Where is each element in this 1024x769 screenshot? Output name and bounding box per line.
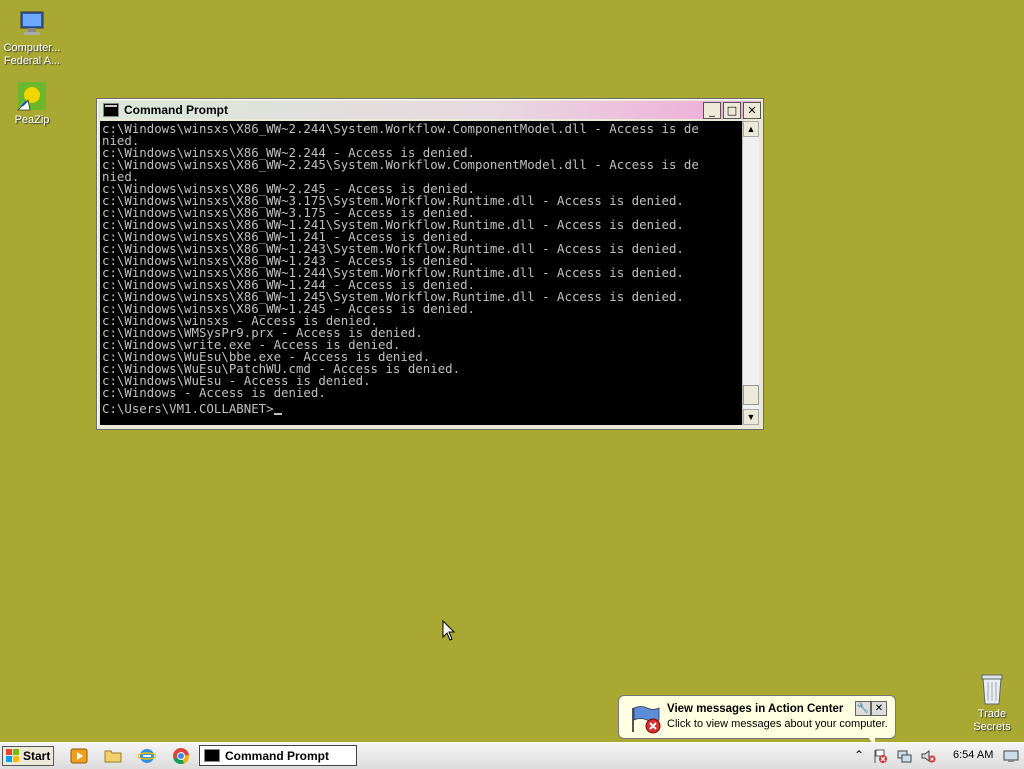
balloon-message[interactable]: Click to view messages about your comput… [667, 718, 888, 730]
desktop-icon-label: PeaZip [14, 114, 50, 126]
scroll-up-arrow-icon[interactable]: ▲ [743, 121, 759, 137]
window-controls: _ □ ✕ [703, 102, 761, 119]
maximize-button[interactable]: □ [723, 102, 741, 119]
scroll-down-arrow-icon[interactable]: ▼ [743, 409, 759, 425]
chrome-icon[interactable] [172, 747, 190, 765]
console-lines: c:\Windows\winsxs\X86_WW~2.244\System.Wo… [102, 121, 742, 400]
desktop-icon-peazip[interactable]: PeaZip [0, 80, 64, 127]
balloon-title[interactable]: View messages in Action Center [667, 703, 843, 715]
close-button[interactable]: ✕ [743, 102, 761, 119]
scroll-thumb[interactable] [743, 385, 759, 405]
desktop-icon-label: Trade Secrets [973, 708, 1011, 733]
mouse-pointer-icon [442, 620, 456, 641]
folder-icon[interactable] [104, 747, 122, 765]
action-center-balloon[interactable]: View messages in Action Center Click to … [618, 695, 896, 746]
minimize-button[interactable]: _ [703, 102, 721, 119]
computer-icon [20, 11, 44, 35]
show-desktop-icon[interactable] [1003, 748, 1019, 764]
console-prompt-line[interactable]: C:\Users\VM1.COLLABNET> [102, 401, 742, 416]
taskbar: Start Command Prompt ⌃ 6:54 AM [0, 742, 1024, 769]
desktop-icon-computer[interactable]: Computer... Federal A... [0, 8, 64, 68]
window-title: Command Prompt [124, 103, 229, 117]
desktop-icon-trade-secrets[interactable]: Trade Secrets [960, 672, 1024, 734]
taskbar-button-command-prompt[interactable]: Command Prompt [199, 745, 357, 766]
volume-muted-icon[interactable] [920, 748, 936, 764]
action-center-flag-icon [632, 706, 661, 734]
balloon-close-button[interactable]: ✕ [871, 701, 887, 716]
command-prompt-window[interactable]: Command Prompt _ □ ✕ c:\Windows\winsxs\X… [96, 98, 764, 430]
start-label: Start [23, 749, 51, 763]
network-icon[interactable] [896, 748, 912, 764]
recycle-bin-icon [981, 674, 1003, 705]
start-button[interactable]: Start [2, 746, 54, 766]
peazip-icon [17, 82, 46, 111]
console-output[interactable]: c:\Windows\winsxs\X86_WW~2.244\System.Wo… [100, 121, 742, 425]
text-cursor [273, 413, 282, 415]
console-line: c:\Windows\winsxs\X86_WW~2.245\System.Wo… [102, 157, 699, 172]
wrench-icon[interactable]: 🔧 [855, 701, 871, 716]
taskbar-button-label: Command Prompt [225, 748, 330, 763]
vertical-scrollbar[interactable]: ▲ ▼ [742, 121, 759, 425]
internet-explorer-icon[interactable] [138, 747, 156, 765]
media-player-icon[interactable] [70, 747, 88, 765]
console-prompt: C:\Users\VM1.COLLABNET> [102, 401, 274, 416]
clock[interactable]: 6:54 AM [953, 749, 993, 761]
show-hidden-icons-icon[interactable]: ⌃ [851, 748, 867, 764]
console-line: c:\Windows - Access is denied. [102, 385, 326, 400]
window-titlebar[interactable]: Command Prompt _ □ ✕ [99, 101, 761, 119]
action-center-tray-icon[interactable] [872, 748, 888, 764]
cmd-icon [103, 103, 119, 117]
cmd-icon [204, 749, 220, 762]
console-line: c:\Windows\winsxs\X86_WW~2.244\System.Wo… [102, 121, 699, 136]
desktop-icon-label: Computer... Federal A... [3, 42, 61, 67]
windows-logo-icon [6, 749, 19, 762]
